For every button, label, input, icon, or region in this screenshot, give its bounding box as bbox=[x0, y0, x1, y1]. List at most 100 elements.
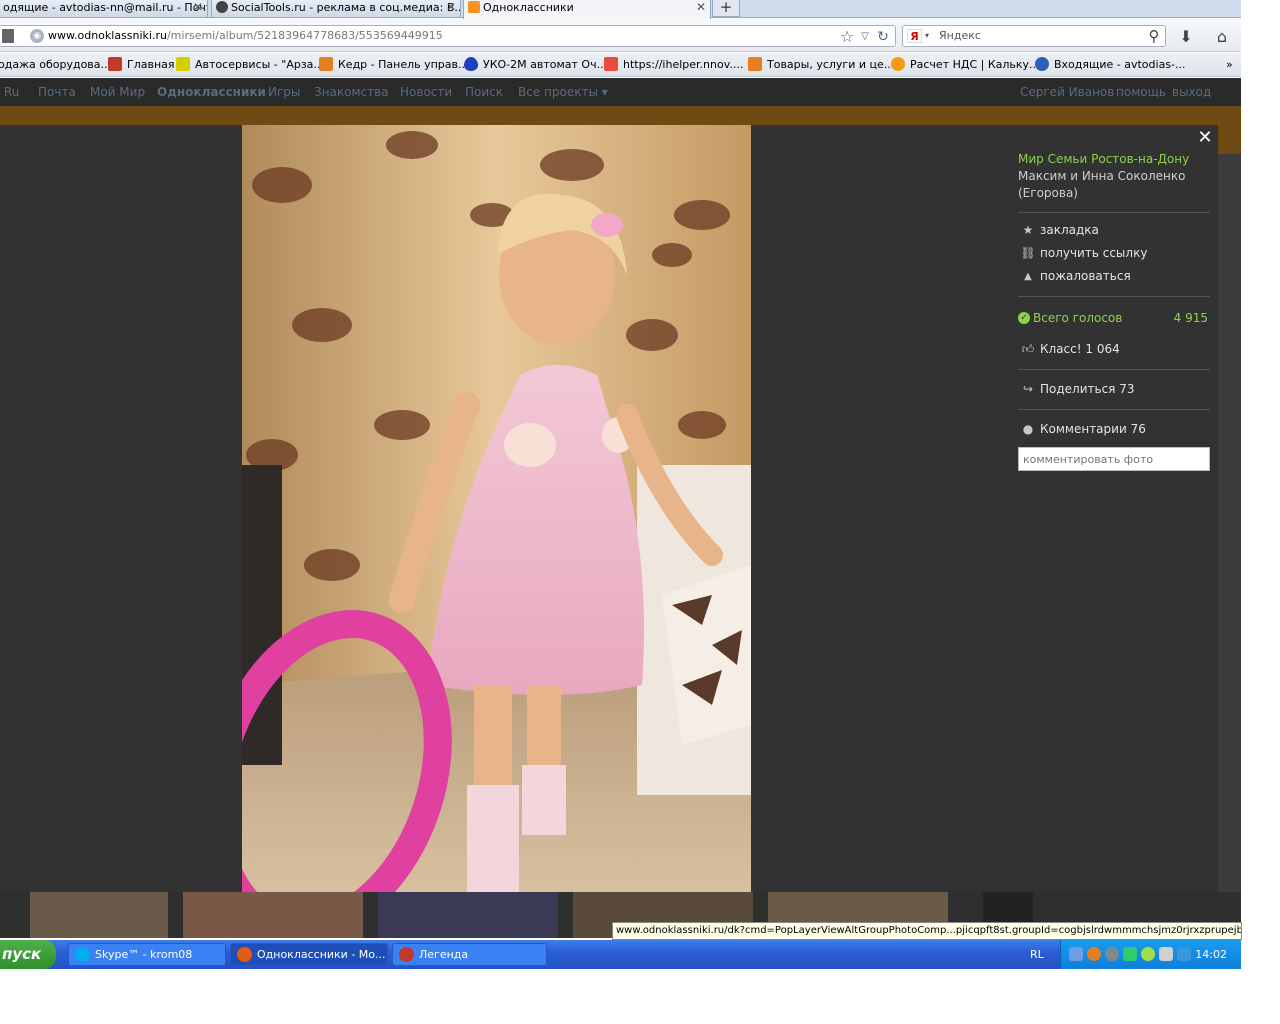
bookmark-item[interactable]: Входящие - avtodias-... bbox=[1035, 53, 1186, 76]
photo-info-panel: Мир Семьи Ростов-на-Дону Максим и Инна С… bbox=[1018, 151, 1210, 471]
bookmark-label: одажа оборудова... bbox=[0, 58, 112, 71]
close-button[interactable]: ✕ bbox=[1196, 129, 1214, 147]
bookmark-item[interactable]: Расчет НДС | Кальку... bbox=[891, 53, 1040, 76]
start-button[interactable]: пуск bbox=[0, 940, 56, 969]
nav-link-news[interactable]: Новости bbox=[400, 78, 452, 106]
bookmark-label: Входящие - avtodias-... bbox=[1054, 58, 1186, 71]
shield-icon[interactable] bbox=[1123, 947, 1137, 961]
gear-icon[interactable] bbox=[1141, 947, 1155, 961]
nav-link-games[interactable]: Игры bbox=[268, 78, 300, 106]
nav-link-dating[interactable]: Знакомства bbox=[314, 78, 389, 106]
bookmark-icon bbox=[464, 57, 478, 71]
bookmark-label: https://ihelper.nnov.... bbox=[623, 58, 744, 71]
tab-odnoklassniki[interactable]: Одноклассники ✕ bbox=[463, 0, 711, 19]
nav-bar: ◉ www.odnoklassniki.ru/mirsemi/album/521… bbox=[0, 19, 1241, 52]
legend-app-icon bbox=[399, 947, 414, 962]
speaker-icon[interactable] bbox=[1159, 947, 1173, 961]
taskbar-button-legend[interactable]: Легенда bbox=[392, 943, 547, 966]
tab-label: Одноклассники bbox=[483, 1, 574, 14]
yandex-icon[interactable]: Я bbox=[907, 29, 922, 43]
taskbar-button-skype[interactable]: Skype™ - krom08 bbox=[68, 943, 226, 966]
nav-link-odnoklassniki[interactable]: Одноклассники bbox=[157, 78, 266, 106]
globe-icon[interactable]: ◉ bbox=[30, 29, 44, 43]
network-icon[interactable] bbox=[1069, 947, 1083, 961]
get-link-action[interactable]: ⛓ получить ссылку bbox=[1018, 242, 1210, 265]
home-icon[interactable]: ⌂ bbox=[1212, 26, 1232, 46]
bookmarks-overflow-button[interactable]: » bbox=[1226, 53, 1233, 76]
nav-link-search[interactable]: Поиск bbox=[465, 78, 503, 106]
url-text: www.odnoklassniki.ru/mirsemi/album/52183… bbox=[48, 26, 443, 46]
group-link[interactable]: Мир Семьи Ростов-на-Дону bbox=[1018, 151, 1210, 168]
nav-user-name[interactable]: Сергей Иванов bbox=[1020, 78, 1114, 106]
photo-thumbnail[interactable] bbox=[378, 892, 558, 938]
taskbar-button-firefox[interactable]: Одноклассники - Мо... bbox=[230, 943, 388, 966]
thumbs-up-icon: 👍︎ bbox=[1021, 342, 1035, 356]
screen: одящие - avtodias-nn@mail.ru - Почт... ✕… bbox=[0, 0, 1280, 1024]
skype-icon bbox=[75, 947, 90, 962]
bookmark-item[interactable]: одажа оборудова... bbox=[0, 53, 112, 76]
nav-link-my-world[interactable]: Мой Мир bbox=[90, 78, 145, 106]
bookmark-item[interactable]: УКО-2М автомат Оч... bbox=[464, 53, 608, 76]
search-icon[interactable]: ⚲ bbox=[1145, 27, 1163, 45]
tab-socialtools[interactable]: SocialTools.ru - реклама в соц.медиа: В.… bbox=[211, 0, 461, 18]
comments-action[interactable]: ● Комментарии 76 bbox=[1018, 418, 1210, 441]
firefox-tray-icon[interactable] bbox=[1087, 947, 1101, 961]
nav-link-all-projects[interactable]: Все проекты ▾ bbox=[518, 78, 608, 106]
bookmark-action[interactable]: ★ закладка bbox=[1018, 219, 1210, 242]
comment-icon: ● bbox=[1022, 422, 1034, 436]
divider bbox=[1018, 296, 1210, 297]
divider bbox=[1018, 212, 1210, 213]
bookmark-item[interactable]: Автосервисы - "Арза... bbox=[176, 53, 324, 76]
star-icon[interactable]: ☆ bbox=[838, 27, 856, 46]
search-placeholder: Яндекс bbox=[939, 29, 981, 42]
nav-link-mail[interactable]: Почта bbox=[38, 78, 76, 106]
download-icon[interactable]: ⬇ bbox=[1176, 26, 1196, 46]
warning-icon: ▲ bbox=[1024, 271, 1032, 282]
chevron-down-icon[interactable]: ▾ bbox=[925, 26, 929, 46]
dropdown-icon[interactable]: ▽ bbox=[858, 28, 872, 46]
site-top-nav: Ru Почта Мой Мир Одноклассники Игры Знак… bbox=[0, 78, 1241, 106]
tab-mail[interactable]: одящие - avtodias-nn@mail.ru - Почт... ✕ bbox=[0, 0, 208, 18]
monitor-icon[interactable] bbox=[1177, 947, 1191, 961]
close-icon[interactable]: ✕ bbox=[193, 0, 203, 15]
page-menu-icon[interactable] bbox=[2, 29, 14, 43]
bookmark-item[interactable]: https://ihelper.nnov.... bbox=[604, 53, 744, 76]
photo-thumbnail[interactable] bbox=[183, 892, 363, 938]
bookmark-item[interactable]: Главная bbox=[108, 53, 175, 76]
star-icon: ★ bbox=[1022, 223, 1034, 237]
bookmark-icon bbox=[748, 57, 762, 71]
comment-input[interactable] bbox=[1018, 447, 1210, 471]
close-icon[interactable]: ✕ bbox=[696, 0, 706, 15]
bookmark-icon bbox=[319, 57, 333, 71]
nav-help[interactable]: помощь bbox=[1116, 78, 1166, 106]
nav-logout[interactable]: выход bbox=[1172, 78, 1211, 106]
divider bbox=[1018, 409, 1210, 410]
photo-thumbnail[interactable] bbox=[30, 892, 168, 938]
total-votes[interactable]: ✓ Всего голосов 4 915 bbox=[1018, 307, 1210, 329]
taskbar-button-label: Одноклассники - Мо... bbox=[257, 948, 386, 961]
share-action[interactable]: ↪ Поделиться 73 bbox=[1018, 378, 1210, 401]
firefox-icon bbox=[237, 947, 252, 962]
bookmark-label: УКО-2М автомат Оч... bbox=[483, 58, 608, 71]
clock[interactable]: 14:02 bbox=[1195, 940, 1227, 969]
photo-image[interactable] bbox=[242, 125, 751, 892]
app-tray-icon[interactable] bbox=[1105, 947, 1119, 961]
close-icon[interactable]: ✕ bbox=[446, 0, 456, 15]
photo-author[interactable]: Максим и Инна Соколенко (Егорова) bbox=[1018, 168, 1210, 202]
taskbar: пуск Skype™ - krom08 Одноклассники - Мо.… bbox=[0, 940, 1241, 969]
comments-label: Комментарии 76 bbox=[1040, 422, 1146, 436]
report-action[interactable]: ▲ пожаловаться bbox=[1018, 265, 1210, 288]
language-indicator[interactable]: RL bbox=[1030, 940, 1044, 969]
photo-viewer-modal: ✕ Мир Семьи Ростов-на-Дону Максим и Инна… bbox=[0, 125, 1218, 892]
taskbar-button-label: Легенда bbox=[419, 948, 469, 961]
search-bar[interactable]: Я ▾ Яндекс ⚲ bbox=[902, 25, 1166, 47]
reload-icon[interactable]: ↻ bbox=[874, 28, 892, 46]
photo-illustration bbox=[242, 125, 751, 892]
new-tab-button[interactable]: + bbox=[712, 0, 740, 17]
nav-link-ru[interactable]: Ru bbox=[4, 78, 19, 106]
bookmark-item[interactable]: Товары, услуги и це... bbox=[748, 53, 894, 76]
system-tray: 14:02 bbox=[1060, 940, 1241, 969]
bookmark-item[interactable]: Кедр - Панель управ... bbox=[319, 53, 469, 76]
class-action[interactable]: 👍︎ Класс! 1 064 bbox=[1018, 338, 1210, 361]
address-bar[interactable]: ◉ www.odnoklassniki.ru/mirsemi/album/521… bbox=[0, 25, 896, 47]
